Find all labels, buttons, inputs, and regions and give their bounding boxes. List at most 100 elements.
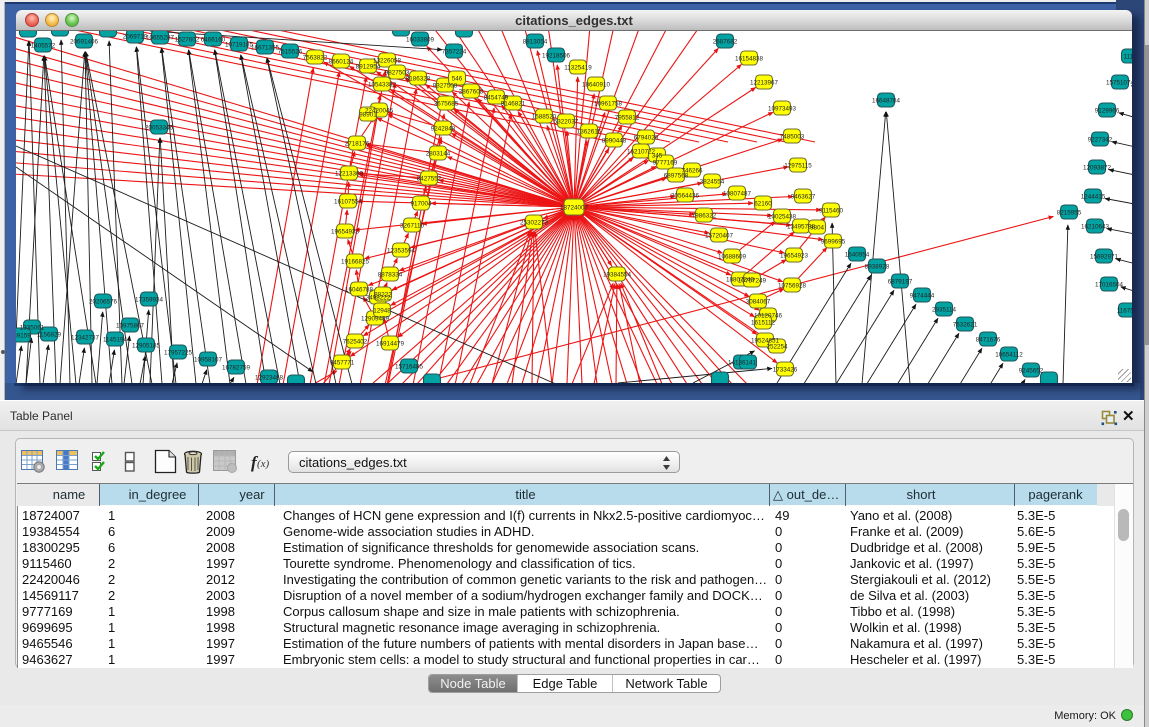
svg-text:1362615: 1362615 <box>577 128 602 135</box>
svg-text:9699695: 9699695 <box>821 238 846 245</box>
svg-text:8660124: 8660124 <box>329 58 354 65</box>
svg-text:17359934: 17359934 <box>135 296 164 303</box>
svg-text:7485003: 7485003 <box>780 133 805 140</box>
svg-text:12353594: 12353594 <box>387 247 416 254</box>
svg-text:16033809: 16033809 <box>406 36 435 43</box>
svg-text:8938928: 8938928 <box>865 263 890 270</box>
svg-text:19384554: 19384554 <box>603 271 632 278</box>
svg-text:25302273: 25302273 <box>520 219 549 226</box>
svg-text:9146821: 9146821 <box>501 100 526 107</box>
svg-text:17957225: 17957225 <box>164 349 193 356</box>
svg-text:1145194: 1145194 <box>103 336 128 343</box>
svg-text:2069719: 2069719 <box>123 33 148 40</box>
svg-text:10654112: 10654112 <box>995 351 1023 358</box>
svg-text:2867608: 2867608 <box>459 88 484 95</box>
svg-text:10973493: 10973493 <box>768 105 797 112</box>
svg-text:16782759: 16782759 <box>222 364 251 371</box>
svg-text:9227342: 9227342 <box>1088 136 1113 143</box>
svg-text:10807487: 10807487 <box>723 190 752 197</box>
svg-text:9242848: 9242848 <box>431 125 456 132</box>
svg-text:6466160: 6466160 <box>201 36 226 43</box>
svg-text:2718176: 2718176 <box>345 140 370 147</box>
svg-text:10756928: 10756928 <box>778 282 807 289</box>
svg-text:3267110: 3267110 <box>400 222 425 229</box>
svg-text:16154838: 16154838 <box>735 55 764 62</box>
svg-text:19654923: 19654923 <box>780 252 809 259</box>
svg-text:88222: 88222 <box>374 291 392 298</box>
svg-text:8813054: 8813054 <box>523 38 548 45</box>
svg-text:7357224: 7357224 <box>442 48 467 55</box>
svg-text:8186328: 8186328 <box>406 75 431 82</box>
svg-text:14136141: 14136141 <box>728 359 757 366</box>
svg-text:10025438: 10025438 <box>768 213 797 220</box>
svg-text:20564436: 20564436 <box>671 192 700 199</box>
svg-text:16671355: 16671355 <box>251 44 280 51</box>
svg-text:1733426: 1733426 <box>773 366 798 373</box>
svg-text:17016504: 17016504 <box>1095 281 1124 288</box>
svg-text:12909489: 12909489 <box>361 315 390 322</box>
svg-text:10688609: 10688609 <box>718 253 747 260</box>
svg-text:18640910: 18640910 <box>582 81 611 88</box>
svg-text:20691406: 20691406 <box>70 38 99 45</box>
svg-text:345: 345 <box>652 152 663 159</box>
svg-text:39159: 39159 <box>16 332 31 339</box>
svg-text:10961758: 10961758 <box>594 100 623 107</box>
svg-text:20053346: 20053346 <box>145 124 174 131</box>
svg-text:15716485: 15716485 <box>395 363 424 370</box>
svg-text:9804: 9804 <box>810 224 825 231</box>
svg-text:1405572: 1405572 <box>31 42 56 49</box>
svg-text:1112: 1112 <box>1123 53 1132 60</box>
svg-text:16046788: 16046788 <box>345 286 374 293</box>
svg-text:15692971: 15692971 <box>1090 253 1119 260</box>
svg-text:7632621: 7632621 <box>953 321 978 328</box>
svg-text:18724007: 18724007 <box>560 204 589 211</box>
svg-text:9474444: 9474444 <box>910 292 935 299</box>
svg-text:6897568: 6897568 <box>664 172 689 179</box>
svg-text:9327508: 9327508 <box>433 82 458 89</box>
svg-text:12342737: 12342737 <box>71 334 100 341</box>
svg-text:12213967: 12213967 <box>750 79 779 86</box>
svg-text:6794028: 6794028 <box>634 134 659 141</box>
svg-text:16914479: 16914479 <box>376 340 405 347</box>
svg-text:11325419: 11325419 <box>564 64 592 71</box>
svg-text:20206576: 20206576 <box>89 298 118 305</box>
svg-text:917004: 917004 <box>410 200 432 207</box>
svg-text:(x): (x) <box>257 458 270 470</box>
svg-text:12923468: 12923468 <box>255 374 284 381</box>
svg-text:10975867: 10975867 <box>116 322 145 329</box>
svg-text:9129966: 9129966 <box>1095 107 1120 114</box>
svg-text:15751074: 15751074 <box>1106 79 1132 86</box>
svg-text:7625402: 7625402 <box>343 338 368 345</box>
svg-text:1335061: 1335061 <box>20 324 45 331</box>
svg-text:1244415: 1244415 <box>1081 193 1106 200</box>
svg-text:5322037: 5322037 <box>554 118 579 125</box>
svg-text:15720407: 15720407 <box>705 232 734 239</box>
svg-text:62160: 62160 <box>754 200 772 207</box>
svg-text:7955812: 7955812 <box>615 114 640 121</box>
svg-text:2687682: 2687682 <box>713 38 738 45</box>
svg-text:8912954: 8912954 <box>356 63 381 70</box>
svg-text:12213369: 12213369 <box>335 170 364 177</box>
svg-text:9457771: 9457771 <box>330 359 355 366</box>
svg-text:116753: 116753 <box>1117 307 1132 314</box>
svg-text:16648784: 16648784 <box>872 97 901 104</box>
svg-text:7986322: 7986322 <box>692 212 717 219</box>
svg-text:10655287: 10655287 <box>146 34 175 41</box>
svg-text:1640954: 1640954 <box>845 251 870 258</box>
svg-text:2803144: 2803144 <box>426 150 451 157</box>
svg-text:10120746: 10120746 <box>754 312 783 319</box>
svg-text:9777169: 9777169 <box>653 159 678 166</box>
svg-text:9115460: 9115460 <box>819 207 844 214</box>
svg-text:8215955: 8215955 <box>1057 209 1082 216</box>
svg-text:252254: 252254 <box>766 343 788 350</box>
svg-text:6879197: 6879197 <box>888 278 913 285</box>
svg-text:19166825: 19166825 <box>341 258 370 265</box>
svg-text:1156829: 1156829 <box>37 331 62 338</box>
svg-text:3824554: 3824554 <box>700 178 725 185</box>
svg-text:1615112: 1615112 <box>751 319 776 326</box>
svg-text:9245652: 9245652 <box>1019 367 1044 374</box>
svg-text:10719185: 10719185 <box>225 41 254 48</box>
svg-text:16107554: 16107554 <box>334 198 363 205</box>
svg-text:16210643: 16210643 <box>1081 223 1110 230</box>
svg-text:3675685: 3675685 <box>434 100 459 107</box>
